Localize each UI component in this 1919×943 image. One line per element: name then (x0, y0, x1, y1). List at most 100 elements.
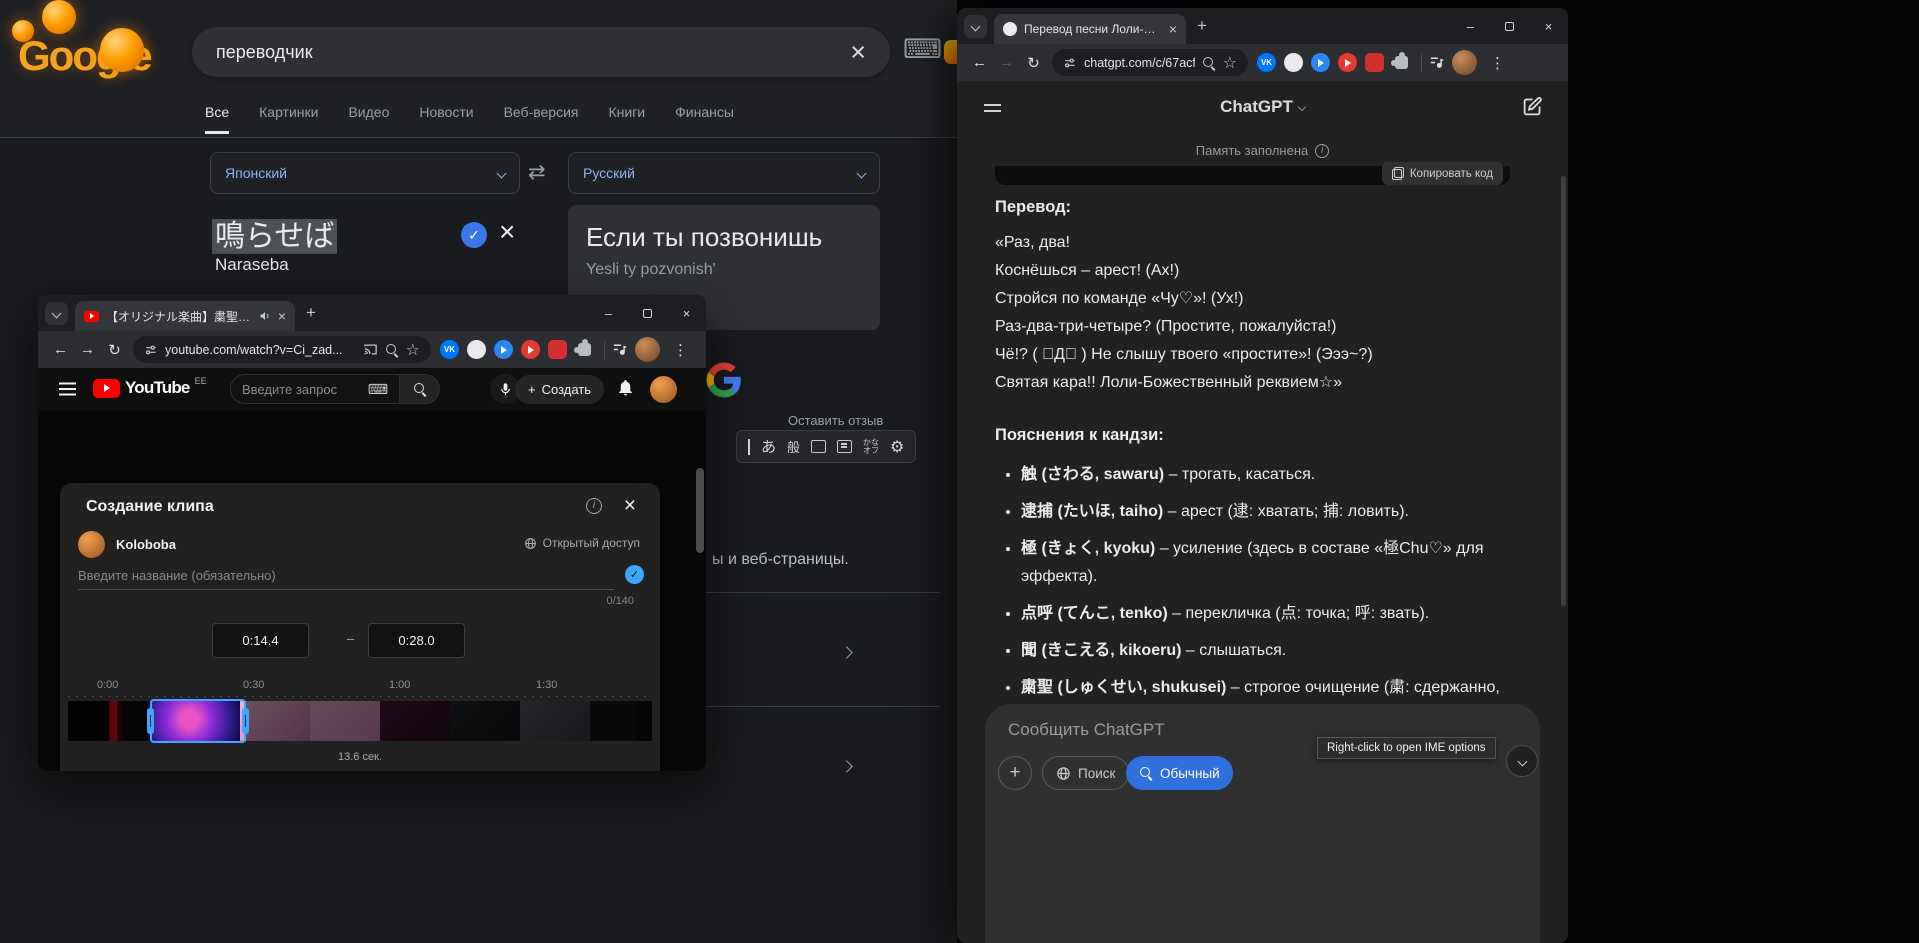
forward-button[interactable] (993, 54, 1020, 71)
extension-icon-player[interactable] (1311, 53, 1330, 72)
attach-button[interactable] (998, 756, 1032, 790)
tab-all[interactable]: Все (205, 104, 229, 134)
maximize-button[interactable] (1490, 8, 1529, 44)
minimize-button[interactable] (1451, 8, 1490, 44)
target-language-dropdown[interactable]: Русский (568, 152, 880, 194)
tab-web[interactable]: Веб-версия (504, 104, 579, 134)
tab-books[interactable]: Книги (608, 104, 645, 134)
youtube-profile-avatar[interactable] (650, 376, 677, 403)
clip-start-input[interactable]: 0:14.4 (212, 623, 309, 658)
selection-handle-left[interactable] (147, 708, 154, 734)
translate-source-text[interactable]: 鳴らせば (212, 211, 337, 255)
expand-section-chevron-icon[interactable] (842, 758, 851, 776)
youtube-menu-icon[interactable] (59, 388, 76, 390)
tab-videos[interactable]: Видео (348, 104, 389, 134)
tab-images[interactable]: Картинки (259, 104, 318, 134)
cast-icon[interactable] (363, 342, 378, 357)
extension-icon-vk[interactable]: VK (440, 340, 459, 359)
tab-search-chevron-icon[interactable] (964, 15, 987, 38)
search-toggle-button[interactable]: Поиск (1042, 756, 1129, 790)
voice-search-icon[interactable] (944, 40, 957, 64)
close-window-button[interactable] (667, 295, 706, 331)
forward-button[interactable] (74, 341, 101, 358)
info-icon[interactable] (1315, 144, 1329, 158)
ime-settings-icon[interactable] (890, 437, 904, 457)
browser-tab-youtube[interactable]: 【オリジナル楽曲】粛聖!! ロリ神 (75, 301, 295, 331)
clear-search-icon[interactable] (850, 39, 866, 66)
feedback-link[interactable]: Оставить отзыв (788, 413, 883, 428)
extension-icon[interactable] (467, 340, 486, 359)
memory-notice[interactable]: Память заполнена (957, 143, 1568, 158)
url-text[interactable]: chatgpt.com/c/67acf0c3... (1084, 56, 1195, 70)
close-tab-icon[interactable] (1169, 22, 1177, 36)
close-dialog-icon[interactable] (624, 494, 636, 518)
model-selector[interactable]: ChatGPT (957, 97, 1568, 117)
browser-tab-chatgpt[interactable]: Перевод песни Лоли-Бога (994, 14, 1186, 44)
extensions-puzzle-icon[interactable] (1392, 53, 1411, 72)
youtube-logo[interactable]: YouTube EE (93, 378, 207, 398)
source-language-dropdown[interactable]: Японский (210, 152, 520, 194)
site-settings-icon[interactable] (144, 343, 158, 357)
new-tab-icon[interactable] (306, 303, 316, 323)
media-controls-icon[interactable] (1428, 54, 1445, 71)
expand-section-chevron-icon[interactable] (842, 644, 851, 662)
address-bar[interactable]: youtube.com/watch?v=Ci_zad... (133, 336, 431, 363)
clip-title-input[interactable]: Введите название (обязательно) (78, 568, 276, 583)
clip-selection-box[interactable] (150, 699, 246, 743)
confirm-check-icon[interactable] (461, 222, 487, 248)
notifications-bell-icon[interactable] (616, 378, 635, 402)
zoom-icon[interactable] (1202, 56, 1216, 70)
selected-source-text[interactable]: 鳴らせば (212, 219, 337, 254)
close-window-button[interactable] (1529, 8, 1568, 44)
new-chat-icon[interactable] (1522, 96, 1543, 122)
ime-conversion-mode[interactable]: 般 (787, 437, 800, 456)
back-button[interactable] (47, 341, 74, 358)
copy-code-button[interactable]: Копировать код (1382, 162, 1503, 185)
extension-icon-blocker[interactable] (548, 340, 567, 359)
ime-dictionary-icon[interactable] (837, 440, 852, 453)
google-doodle-logo[interactable]: Google (12, 4, 182, 92)
tab-finance[interactable]: Финансы (675, 104, 734, 134)
site-settings-icon[interactable] (1063, 56, 1077, 70)
ime-toolbox-icon[interactable] (811, 440, 826, 453)
search-bar[interactable]: переводчик (192, 27, 890, 77)
reload-button[interactable] (1020, 54, 1047, 72)
ime-kana-toggle[interactable]: かな オフ (863, 439, 879, 455)
url-text[interactable]: youtube.com/watch?v=Ci_zad... (165, 343, 356, 357)
tab-search-chevron-icon[interactable] (45, 302, 68, 325)
address-bar[interactable]: chatgpt.com/c/67acf0c3... (1052, 49, 1248, 76)
page-scrollbar[interactable] (696, 468, 704, 553)
extension-icon[interactable] (1284, 53, 1303, 72)
extension-icon-vk[interactable]: VK (1257, 53, 1276, 72)
tab-audio-icon[interactable] (259, 310, 271, 322)
keyboard-icon[interactable] (368, 381, 388, 398)
close-tab-icon[interactable] (278, 309, 286, 323)
bookmark-star-icon[interactable] (406, 340, 420, 360)
reload-button[interactable] (101, 341, 128, 359)
info-icon[interactable] (586, 498, 602, 514)
media-controls-icon[interactable] (611, 341, 628, 358)
tab-news[interactable]: Новости (419, 104, 473, 134)
maximize-button[interactable] (628, 295, 667, 331)
new-tab-icon[interactable] (1197, 16, 1207, 36)
browser-menu-icon[interactable] (667, 341, 694, 359)
scroll-to-bottom-button[interactable] (1506, 745, 1538, 777)
swap-languages-icon[interactable] (528, 160, 546, 185)
ime-toolbar[interactable]: あ 般 かな オフ (736, 430, 916, 463)
composer-placeholder[interactable]: Сообщить ChatGPT (1008, 720, 1165, 740)
browser-profile-avatar[interactable] (635, 337, 660, 362)
extension-icon-video[interactable] (521, 340, 540, 359)
back-button[interactable] (966, 54, 993, 71)
extension-icon-video[interactable] (1338, 53, 1357, 72)
clip-end-input[interactable]: 0:28.0 (368, 623, 465, 658)
bookmark-star-icon[interactable] (1223, 53, 1237, 73)
youtube-search-input[interactable]: Введите запрос (230, 374, 400, 404)
browser-menu-icon[interactable] (1484, 54, 1511, 72)
search-query[interactable]: переводчик (216, 42, 850, 63)
browser-profile-avatar[interactable] (1452, 50, 1477, 75)
extensions-puzzle-icon[interactable] (575, 340, 594, 359)
minimize-button[interactable] (589, 295, 628, 331)
extension-icon-player[interactable] (494, 340, 513, 359)
page-scrollbar[interactable] (1561, 176, 1566, 606)
create-button[interactable]: Создать (515, 375, 604, 404)
